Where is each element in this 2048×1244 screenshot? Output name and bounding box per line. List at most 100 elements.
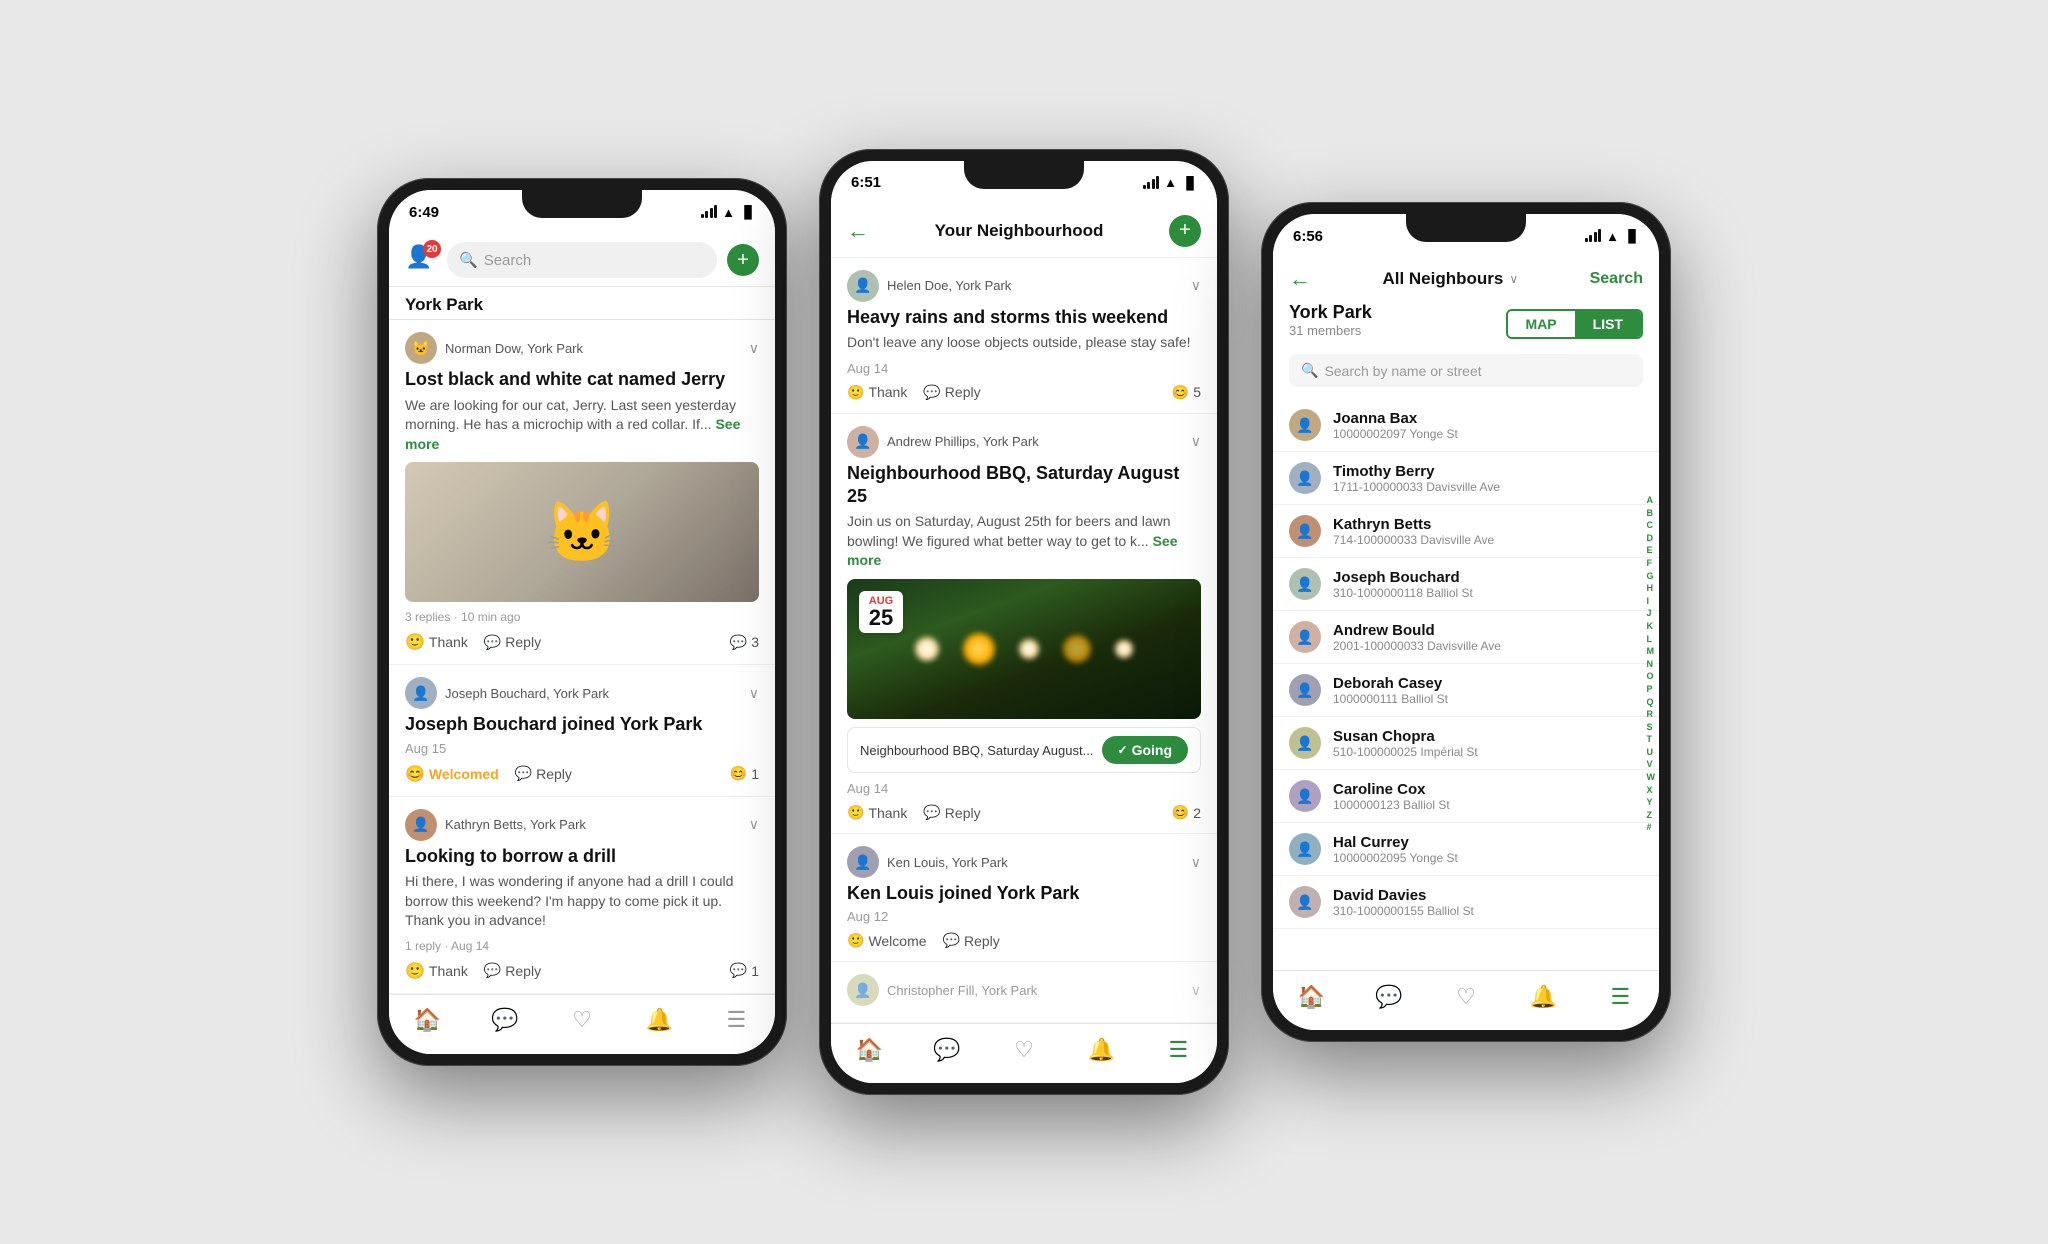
- neighbour-item-0[interactable]: 👤 Joanna Bax 10000002097 Yonge St: [1273, 399, 1659, 452]
- tab-menu-1[interactable]: ☰: [698, 1007, 775, 1033]
- thank-button-3[interactable]: 🙂 Thank: [405, 961, 468, 981]
- add-post-button[interactable]: +: [727, 244, 759, 276]
- welcome-button-2[interactable]: 😊 Welcomed: [405, 764, 499, 784]
- thank-button-p2-2[interactable]: 🙂 Thank: [847, 804, 907, 821]
- neighbour-item-1[interactable]: 👤 Timothy Berry 1711-100000033 Davisvill…: [1273, 452, 1659, 505]
- alpha-letter-G[interactable]: G: [1647, 570, 1656, 583]
- alpha-letter-Y[interactable]: Y: [1647, 796, 1656, 809]
- neighbour-item-7[interactable]: 👤 Caroline Cox 1000000123 Balliol St: [1273, 770, 1659, 823]
- neighbour-address-3: 310-1000000118 Balliol St: [1333, 586, 1643, 600]
- map-button[interactable]: MAP: [1508, 311, 1575, 337]
- avatar-p2-2: 👤: [847, 426, 879, 458]
- tab-chat-3[interactable]: 💬: [1350, 984, 1427, 1010]
- alpha-letter-J[interactable]: J: [1647, 607, 1656, 620]
- add-user-button[interactable]: 👤 20: [405, 244, 437, 276]
- alpha-letter-P[interactable]: P: [1647, 683, 1656, 696]
- thank-button-p2-1[interactable]: 🙂 Thank: [847, 384, 907, 401]
- back-button-3[interactable]: ←: [1289, 266, 1311, 292]
- alpha-letter-R[interactable]: R: [1647, 708, 1656, 721]
- battery-icon: ▐▌: [740, 205, 755, 219]
- alpha-letter-D[interactable]: D: [1647, 532, 1656, 545]
- alpha-letter-U[interactable]: U: [1647, 746, 1656, 759]
- alpha-letter-T[interactable]: T: [1647, 733, 1656, 746]
- chat-icon-3: 💬: [1375, 984, 1402, 1010]
- alpha-letter-F[interactable]: F: [1647, 557, 1656, 570]
- alpha-letter-W[interactable]: W: [1647, 771, 1656, 784]
- chevron-down-icon-3[interactable]: ∨: [749, 816, 759, 833]
- alpha-letter-#[interactable]: #: [1647, 821, 1656, 834]
- neighbour-item-9[interactable]: 👤 David Davies 310-1000000155 Balliol St: [1273, 876, 1659, 929]
- alpha-letter-C[interactable]: C: [1647, 519, 1656, 532]
- smiley-icon-p2-1: 🙂: [847, 384, 864, 401]
- welcome-button-p2-3[interactable]: 🙂 Welcome: [847, 932, 927, 949]
- chevron-down-icon-1[interactable]: ∨: [749, 340, 759, 357]
- neighbour-item-8[interactable]: 👤 Hal Currey 10000002095 Yonge St: [1273, 823, 1659, 876]
- chevron-down-icon-2[interactable]: ∨: [749, 685, 759, 702]
- list-button[interactable]: LIST: [1575, 311, 1641, 337]
- tab-chat-2[interactable]: 💬: [908, 1037, 985, 1063]
- tab-menu-2[interactable]: ☰: [1140, 1037, 1217, 1063]
- alpha-letter-M[interactable]: M: [1647, 645, 1656, 658]
- tab-home-1[interactable]: 🏠: [389, 1007, 466, 1033]
- neighbour-item-3[interactable]: 👤 Joseph Bouchard 310-1000000118 Balliol…: [1273, 558, 1659, 611]
- alpha-letter-V[interactable]: V: [1647, 758, 1656, 771]
- alpha-letter-Q[interactable]: Q: [1647, 695, 1656, 708]
- tab-chat-1[interactable]: 💬: [466, 1007, 543, 1033]
- alpha-letter-I[interactable]: I: [1647, 595, 1656, 608]
- alpha-letter-E[interactable]: E: [1647, 544, 1656, 557]
- alpha-letter-O[interactable]: O: [1647, 670, 1656, 683]
- neighbour-item-5[interactable]: 👤 Deborah Casey 1000000111 Balliol St: [1273, 664, 1659, 717]
- chevron-p2-3[interactable]: ∨: [1191, 854, 1201, 871]
- post-actions-p2-1: 🙂 Thank 💬 Reply 😊 5: [847, 384, 1201, 401]
- smiley-count-2: 😊: [730, 765, 747, 782]
- neighbour-info-9: David Davies 310-1000000155 Balliol St: [1333, 887, 1643, 918]
- post-header-2: 👤 Joseph Bouchard, York Park ∨: [405, 677, 759, 709]
- neighbour-search-input[interactable]: 🔍 Search by name or street: [1289, 354, 1643, 387]
- alpha-letter-S[interactable]: S: [1647, 721, 1656, 734]
- alpha-letter-B[interactable]: B: [1647, 507, 1656, 520]
- neighbour-name-7: Caroline Cox: [1333, 781, 1643, 798]
- tab-bell-1[interactable]: 🔔: [621, 1007, 698, 1033]
- neighbour-item-2[interactable]: 👤 Kathryn Betts 714-100000033 Davisville…: [1273, 505, 1659, 558]
- alpha-letter-Z[interactable]: Z: [1647, 809, 1656, 822]
- alpha-letter-H[interactable]: H: [1647, 582, 1656, 595]
- neighbour-address-0: 10000002097 Yonge St: [1333, 427, 1643, 441]
- tab-heart-3[interactable]: ♡: [1427, 984, 1504, 1010]
- alpha-letter-K[interactable]: K: [1647, 620, 1656, 633]
- tab-bell-2[interactable]: 🔔: [1063, 1037, 1140, 1063]
- reply-button-3[interactable]: 💬 Reply: [484, 962, 541, 979]
- alpha-letter-N[interactable]: N: [1647, 658, 1656, 671]
- add-button-2[interactable]: +: [1169, 215, 1201, 247]
- thank-button-1[interactable]: 🙂 Thank: [405, 632, 468, 652]
- count-p2-2: 😊 2: [1172, 804, 1201, 821]
- reply-button-1[interactable]: 💬 Reply: [484, 634, 541, 651]
- alpha-letter-X[interactable]: X: [1647, 784, 1656, 797]
- tab-menu-3[interactable]: ☰: [1582, 984, 1659, 1010]
- reply-button-p2-1[interactable]: 💬 Reply: [923, 384, 980, 401]
- chevron-p2-2[interactable]: ∨: [1191, 433, 1201, 450]
- tab-heart-1[interactable]: ♡: [543, 1007, 620, 1033]
- tab-home-3[interactable]: 🏠: [1273, 984, 1350, 1010]
- chevron-p2-4[interactable]: ∨: [1191, 982, 1201, 999]
- reply-count-3: 💬 1: [730, 962, 759, 979]
- search-bar[interactable]: 🔍 Search: [447, 242, 717, 278]
- neighbour-item-4[interactable]: 👤 Andrew Bould 2001-100000033 Davisville…: [1273, 611, 1659, 664]
- tab-heart-2[interactable]: ♡: [985, 1037, 1062, 1063]
- alpha-letter-L[interactable]: L: [1647, 633, 1656, 646]
- going-button[interactable]: ✓ Going: [1102, 736, 1189, 764]
- chevron-p2-1[interactable]: ∨: [1191, 277, 1201, 294]
- reply-button-p2-3[interactable]: 💬 Reply: [943, 932, 1000, 949]
- reply-button-2[interactable]: 💬 Reply: [515, 765, 572, 782]
- alpha-letter-A[interactable]: A: [1647, 494, 1656, 507]
- location-info: York Park 31 members: [1289, 302, 1372, 338]
- tab-home-2[interactable]: 🏠: [831, 1037, 908, 1063]
- back-button-2[interactable]: ←: [847, 218, 869, 244]
- search-link-3[interactable]: Search: [1590, 270, 1643, 288]
- reply-icon-3: 💬: [484, 962, 501, 979]
- author-name-p2-4: Christopher Fill, York Park: [887, 983, 1037, 998]
- neighbour-item-6[interactable]: 👤 Susan Chopra 510-100000025 Impérial St: [1273, 717, 1659, 770]
- reply-button-p2-2[interactable]: 💬 Reply: [923, 804, 980, 821]
- reply-icon-p2-3: 💬: [943, 932, 960, 949]
- tab-bell-3[interactable]: 🔔: [1505, 984, 1582, 1010]
- dropdown-button[interactable]: All Neighbours ∨: [1382, 269, 1518, 289]
